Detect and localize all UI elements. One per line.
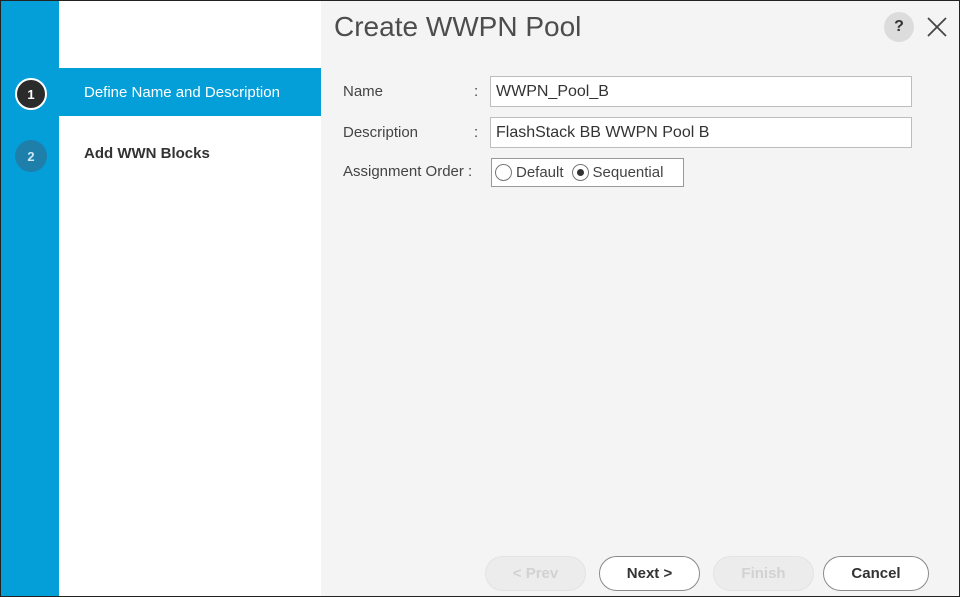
close-button[interactable] [924, 12, 950, 42]
wizard-step-nav: Define Name and Description Add WWN Bloc… [59, 1, 321, 596]
assignment-order-label: Assignment Order : [343, 163, 473, 180]
radio-sequential-circle[interactable] [571, 164, 589, 181]
description-colon: : [474, 124, 479, 141]
finish-button[interactable]: Finish [713, 556, 814, 591]
prev-button[interactable]: < Prev [485, 556, 586, 591]
help-button[interactable]: ? [884, 12, 914, 42]
name-field[interactable] [490, 76, 912, 107]
step-number-1: 1 [15, 78, 47, 110]
dialog-title: Create WWPN Pool [334, 11, 582, 42]
radio-sequential[interactable]: Sequential [571, 164, 664, 181]
wizard-dialog: 1 2 Define Name and Description Add WWN … [0, 0, 960, 597]
assignment-order-radio-group: Default Sequential [491, 158, 684, 187]
radio-default[interactable]: Default [495, 164, 564, 181]
step-add-wwn-blocks[interactable]: Add WWN Blocks [59, 129, 321, 177]
name-label: Name [343, 83, 384, 100]
radio-sequential-label: Sequential [592, 164, 664, 181]
name-colon: : [474, 83, 479, 100]
wizard-content: Create WWPN Pool ? Name : Description : … [321, 1, 959, 596]
description-label: Description [343, 124, 419, 141]
radio-default-label: Default [516, 164, 564, 181]
close-icon [927, 17, 947, 37]
next-button[interactable]: Next > [599, 556, 700, 591]
step-define-name-and-description[interactable]: Define Name and Description [59, 68, 321, 116]
step-number-2: 2 [15, 140, 47, 172]
radio-default-circle[interactable] [495, 164, 512, 181]
description-field[interactable] [490, 117, 912, 148]
step-rail: 1 2 [1, 1, 59, 596]
cancel-button[interactable]: Cancel [823, 556, 929, 591]
